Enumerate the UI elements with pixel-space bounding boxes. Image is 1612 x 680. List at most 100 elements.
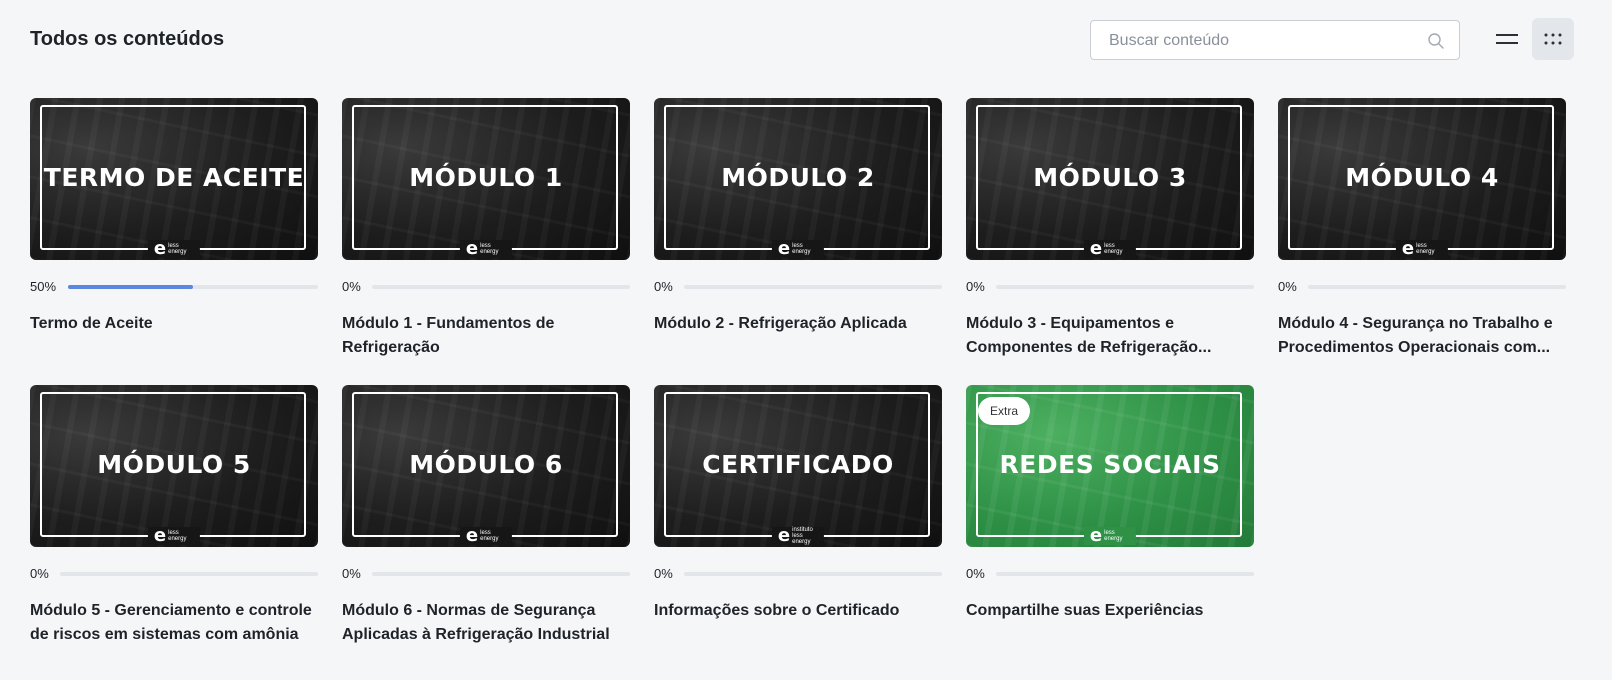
progress-track [372,572,630,576]
card-thumbnail[interactable]: MÓDULO 1 e less energy [342,98,630,260]
extra-badge: Extra [978,397,1031,425]
logo-mark: e [153,238,167,259]
less-energy-logo: e less energy [1083,238,1137,259]
card-title[interactable]: Módulo 3 - Equipamentos e Componentes de… [966,312,1254,360]
card-thumbnail[interactable]: MÓDULO 3 e less energy [966,98,1254,260]
content-card[interactable]: MÓDULO 6 e less energy 0% Módulo 6 - Nor… [342,385,630,647]
logo-text: less energy [480,530,499,542]
content-card[interactable]: TERMO DE ACEITE e less energy 50% Termo … [30,98,318,336]
less-energy-logo: e less energy [1395,238,1449,259]
content-card[interactable]: MÓDULO 1 e less energy 0% Módulo 1 - Fun… [342,98,630,360]
card-thumbnail[interactable]: MÓDULO 4 e less energy [1278,98,1566,260]
list-view-icon [1496,34,1518,44]
thumbnail-title: MÓDULO 6 [409,449,563,479]
content-card[interactable]: MÓDULO 5 e less energy 0% Módulo 5 - Ger… [30,385,318,647]
logo-mark: e [777,238,791,259]
less-energy-logo: e less energy [147,525,201,546]
progress-track [1308,285,1566,289]
content-card[interactable]: CERTIFICADO e instituto less energy 0% I… [654,385,942,623]
logo-mark: e [777,525,791,546]
progress-track [372,285,630,289]
card-thumbnail[interactable]: MÓDULO 6 e less energy [342,385,630,547]
logo-text: less energy [1104,243,1123,255]
progress-percent: 0% [30,566,49,581]
progress-track [684,285,942,289]
logo-text: less energy [792,243,811,255]
card-title[interactable]: Módulo 1 - Fundamentos de Refrigeração [342,312,630,360]
logo-text: less energy [480,243,499,255]
content-card[interactable]: MÓDULO 2 e less energy 0% Módulo 2 - Ref… [654,98,942,336]
progress-percent: 0% [654,566,673,581]
logo-mark: e [465,238,479,259]
search-icon[interactable] [1427,32,1445,50]
logo-text: less energy [168,243,187,255]
progress-percent: 0% [1278,279,1297,294]
card-thumbnail[interactable]: CERTIFICADO e instituto less energy [654,385,942,547]
logo-text: less energy [1104,530,1123,542]
card-title[interactable]: Compartilhe suas Experiências [966,599,1254,623]
progress-percent: 0% [966,279,985,294]
thumbnail-title: MÓDULO 5 [97,449,251,479]
progress-track [684,572,942,576]
logo-mark: e [153,525,167,546]
logo-mark: e [1401,238,1415,259]
card-thumbnail[interactable]: REDES SOCIAIS e less energy Extra [966,385,1254,547]
thumbnail-title: MÓDULO 4 [1345,162,1499,192]
progress-track [996,572,1254,576]
thumbnail-title: TERMO DE ACEITE [43,162,305,192]
progress-row: 0% [966,564,1254,584]
progress-fill [68,285,193,289]
search-input[interactable] [1107,21,1411,61]
progress-percent: 50% [30,279,57,294]
less-energy-logo: e less energy [459,525,513,546]
less-energy-logo: e less energy [1083,525,1137,546]
less-energy-logo: e less energy [147,238,201,259]
progress-track [60,572,318,576]
progress-percent: 0% [966,566,985,581]
card-title[interactable]: Informações sobre o Certificado [654,599,942,623]
progress-percent: 0% [342,566,361,581]
progress-percent: 0% [342,279,361,294]
progress-row: 50% [30,277,318,297]
thumbnail-title: MÓDULO 3 [1033,162,1187,192]
card-title[interactable]: Módulo 2 - Refrigeração Aplicada [654,312,942,336]
card-title[interactable]: Módulo 6 - Normas de Segurança Aplicadas… [342,599,630,647]
logo-text: less energy [168,530,187,542]
thumbnail-title: MÓDULO 2 [721,162,875,192]
less-energy-logo: e instituto less energy [771,525,825,546]
list-view-button[interactable] [1486,18,1528,60]
search-box[interactable] [1090,20,1460,61]
progress-row: 0% [966,277,1254,297]
progress-row: 0% [654,564,942,584]
logo-mark: e [1089,525,1103,546]
card-thumbnail[interactable]: MÓDULO 5 e less energy [30,385,318,547]
progress-row: 0% [342,277,630,297]
page-header: Todos os conteúdos [30,18,1574,61]
logo-text: instituto less energy [792,527,813,545]
grid-view-button[interactable] [1532,18,1574,60]
card-title[interactable]: Módulo 5 - Gerenciamento e controle de r… [30,599,318,647]
logo-mark: e [1089,238,1103,259]
card-title[interactable]: Termo de Aceite [30,312,318,336]
logo-text: less energy [1416,243,1435,255]
content-card[interactable]: MÓDULO 4 e less energy 0% Módulo 4 - Seg… [1278,98,1566,360]
progress-row: 0% [30,564,318,584]
thumbnail-title: MÓDULO 1 [409,162,563,192]
card-title[interactable]: Módulo 4 - Segurança no Trabalho e Proce… [1278,312,1566,360]
card-thumbnail[interactable]: MÓDULO 2 e less energy [654,98,942,260]
progress-row: 0% [1278,277,1566,297]
progress-percent: 0% [654,279,673,294]
progress-row: 0% [342,564,630,584]
less-energy-logo: e less energy [771,238,825,259]
less-energy-logo: e less energy [459,238,513,259]
progress-track [996,285,1254,289]
content-card[interactable]: REDES SOCIAIS e less energy Extra 0% Com… [966,385,1254,623]
progress-track [68,285,318,289]
card-thumbnail[interactable]: TERMO DE ACEITE e less energy [30,98,318,260]
page-title: Todos os conteúdos [30,28,225,50]
thumbnail-title: CERTIFICADO [702,449,894,479]
logo-mark: e [465,525,479,546]
content-card[interactable]: MÓDULO 3 e less energy 0% Módulo 3 - Equ… [966,98,1254,360]
grid-view-icon [1544,33,1562,45]
progress-row: 0% [654,277,942,297]
